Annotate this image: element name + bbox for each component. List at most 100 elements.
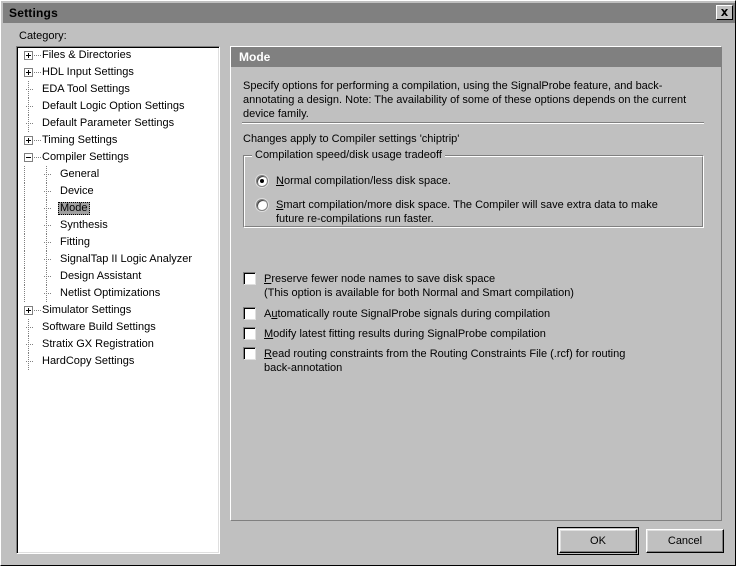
tree-expander-slot[interactable] (21, 132, 42, 149)
tree-item-label: Design Assistant (60, 270, 142, 282)
tree-connector (44, 276, 52, 277)
tree-connector (26, 361, 34, 362)
tree-connector (44, 191, 52, 192)
tree-connector (34, 72, 42, 73)
checkbox-unchecked[interactable] (243, 307, 256, 320)
tree-item-label: Default Logic Option Settings (42, 100, 185, 112)
cancel-button[interactable]: Cancel (646, 529, 724, 553)
settings-dialog: Settings Category: Files & Directories HD… (0, 0, 736, 566)
window-title: Settings (9, 6, 58, 20)
tree-item-label: Software Build Settings (42, 321, 156, 333)
radio-button[interactable] (256, 199, 268, 211)
tree-expander-slot (39, 166, 58, 183)
tree-rail (24, 285, 25, 302)
tree-expander-slot (39, 234, 58, 251)
tree-item-device[interactable]: Device (17, 183, 219, 200)
ok-button[interactable]: OK (557, 527, 639, 555)
tree-item-software-build-settings[interactable]: Software Build Settings (17, 319, 219, 336)
tree-item-label: Files & Directories (42, 49, 132, 61)
tree-item-default-logic-option-settings[interactable]: Default Logic Option Settings (17, 98, 219, 115)
checkbox-unchecked[interactable] (243, 347, 256, 360)
compilation-tradeoff-groupbox: Compilation speed/disk usage tradeoff No… (243, 149, 704, 228)
tree-item-synthesis[interactable]: Synthesis (17, 217, 219, 234)
radio-option-smart-compilation[interactable]: Smart compilation/more disk space. The C… (256, 198, 688, 226)
tree-item-label: SignalTap II Logic Analyzer (60, 253, 193, 265)
radio-option-text: ormal compilation/less disk space. (283, 175, 451, 187)
tree-item-stratix-gx-registration[interactable]: Stratix GX Registration (17, 336, 219, 353)
groupbox-title: Compilation speed/disk usage tradeoff (252, 149, 445, 161)
expand-plus-icon[interactable] (24, 306, 33, 315)
category-tree[interactable]: Files & Directories HDL Input Settings EDA… (16, 46, 220, 554)
tree-expander-slot[interactable] (21, 302, 42, 319)
tree-rail (24, 183, 25, 200)
tree-item-hdl-input-settings[interactable]: HDL Input Settings (17, 64, 219, 81)
mode-panel: Mode Specify options for performing a co… (230, 46, 722, 521)
checkbox-option-label: Modify latest fitting results during Sig… (264, 327, 546, 341)
accelerator-char: N (276, 175, 284, 187)
changes-apply-text: Changes apply to Compiler settings 'chip… (243, 133, 460, 145)
tree-connector (26, 327, 34, 328)
expand-plus-icon[interactable] (24, 51, 33, 60)
checkbox-option-read-routing-constraints[interactable]: Read routing constraints from the Routin… (243, 347, 698, 375)
tree-expander-slot (39, 183, 58, 200)
close-icon[interactable] (716, 5, 733, 20)
tree-item-label: HardCopy Settings (42, 355, 135, 367)
tree-rail (24, 251, 25, 268)
tree-rail (24, 166, 25, 183)
ok-button-label: OK (590, 535, 606, 547)
tree-expander-slot (21, 319, 40, 336)
tree-item-default-parameter-settings[interactable]: Default Parameter Settings (17, 115, 219, 132)
tree-expander-slot[interactable] (21, 47, 42, 64)
tree-connector (44, 208, 52, 209)
tree-connector (34, 55, 42, 56)
tree-item-compiler-settings[interactable]: Compiler Settings (17, 149, 219, 166)
tree-item-fitting[interactable]: Fitting (17, 234, 219, 251)
tree-item-simulator-settings[interactable]: Simulator Settings (17, 302, 219, 319)
tree-item-hardcopy-settings[interactable]: HardCopy Settings (17, 353, 219, 370)
checkbox-option-preserve-fewer-node-names[interactable]: Preserve fewer node names to save disk s… (243, 272, 698, 300)
tree-item-label: HDL Input Settings (42, 66, 134, 78)
panel-description: Specify options for performing a compila… (243, 80, 687, 120)
tree-expander-slot (21, 336, 40, 353)
checkbox-unchecked[interactable] (243, 272, 256, 285)
tree-item-signaltap-ii-logic-analyzer[interactable]: SignalTap II Logic Analyzer (17, 251, 219, 268)
checkbox-option-label: Preserve fewer node names to save disk s… (264, 272, 574, 300)
tree-item-files-directories[interactable]: Files & Directories (17, 47, 219, 64)
checkbox-unchecked[interactable] (243, 327, 256, 340)
tree-item-label: Compiler Settings (42, 151, 129, 163)
radio-button-selected[interactable] (256, 175, 268, 187)
tree-item-label: Netlist Optimizations (60, 287, 161, 299)
tree-item-general[interactable]: General (17, 166, 219, 183)
tree-expander-slot (39, 200, 58, 217)
tree-item-label: Simulator Settings (42, 304, 132, 316)
tree-item-design-assistant[interactable]: Design Assistant (17, 268, 219, 285)
collapse-minus-icon[interactable] (24, 153, 33, 162)
accelerator-char: M (264, 328, 274, 340)
tree-item-label: Fitting (60, 236, 90, 248)
tree-connector (34, 157, 42, 158)
checkbox-option-subtext: back-annotation (264, 362, 343, 374)
tree-connector (44, 293, 52, 294)
radio-option-label: Normal compilation/less disk space. (276, 174, 451, 188)
panel-title: Mode (239, 50, 271, 64)
tree-expander-slot (21, 115, 40, 132)
tree-item-label: Synthesis (60, 219, 108, 231)
expand-plus-icon[interactable] (24, 68, 33, 77)
tree-expander-slot (21, 98, 40, 115)
radio-option-normal-compilation[interactable]: Normal compilation/less disk space. (256, 174, 688, 188)
tree-item-eda-tool-settings[interactable]: EDA Tool Settings (17, 81, 219, 98)
checkbox-option-auto-route-signalprobe[interactable]: Automatically route SignalProbe signals … (243, 307, 698, 321)
tree-item-timing-settings[interactable]: Timing Settings (17, 132, 219, 149)
checkbox-option-text: tomatically route SignalProbe signals du… (277, 308, 551, 320)
tree-item-label: General (60, 168, 100, 180)
accelerator-char: R (264, 348, 272, 360)
tree-item-netlist-optimizations[interactable]: Netlist Optimizations (17, 285, 219, 302)
tree-expander-slot (39, 285, 58, 302)
tree-item-mode[interactable]: Mode (17, 200, 219, 217)
tree-rail (24, 234, 25, 251)
tree-expander-slot[interactable] (21, 149, 42, 166)
radio-option-label: Smart compilation/more disk space. The C… (276, 198, 688, 226)
expand-plus-icon[interactable] (24, 136, 33, 145)
checkbox-option-modify-latest-fitting-results[interactable]: Modify latest fitting results during Sig… (243, 327, 698, 341)
tree-expander-slot[interactable] (21, 64, 42, 81)
